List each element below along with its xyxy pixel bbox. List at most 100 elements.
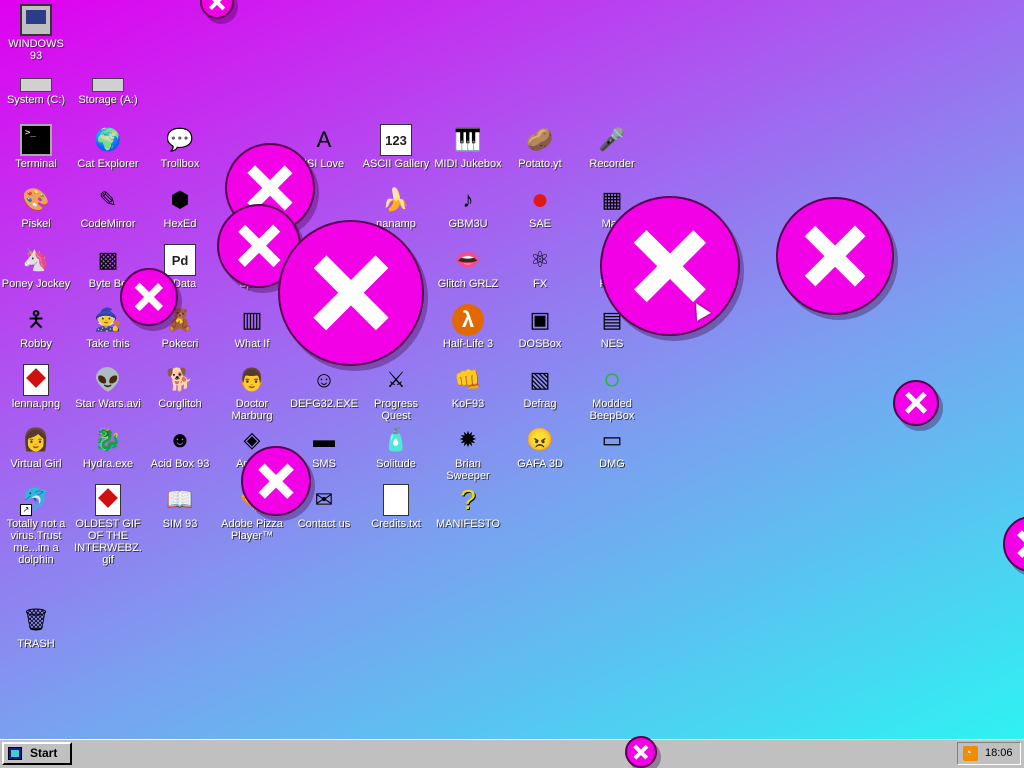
desktop-icon[interactable]: ⚛ FX xyxy=(504,244,576,290)
desktop-icon-label: Take this xyxy=(86,338,130,350)
close-x-bubble[interactable] xyxy=(200,0,234,19)
desktop-icon-label: Piskel xyxy=(21,218,51,230)
desktop-icon-label: Acid Box 93 xyxy=(150,458,210,470)
desktop-icon-label: CodeMirror xyxy=(80,218,136,230)
desktop-icon-label: Defrag xyxy=(523,398,557,410)
hydra-icon: 🐉 xyxy=(94,427,122,452)
desktop-icon-label: ASCII Gallery xyxy=(362,158,430,170)
desktop-icon[interactable]: λ Half-Life 3 xyxy=(432,304,504,350)
desktop-icon[interactable]: 🐉 Hydra.exe xyxy=(72,424,144,470)
desktop-icon[interactable]: 🯅 Robby xyxy=(0,304,72,350)
close-x-bubble[interactable] xyxy=(120,268,178,326)
desktop-icon[interactable]: lenna.png xyxy=(0,364,72,410)
desktop-icon[interactable]: ✎ CodeMirror xyxy=(72,184,144,230)
desktop-icon[interactable]: ♪ GBM3U xyxy=(432,184,504,230)
desktop-icon[interactable]: ☻ Acid Box 93 xyxy=(144,424,216,470)
desktop-icon[interactable]: Credits.txt xyxy=(360,484,432,530)
close-x-bubble[interactable] xyxy=(776,197,894,315)
start-button[interactable]: Start xyxy=(2,742,72,765)
desktop-icon[interactable]: 👽 Star Wars.avi xyxy=(72,364,144,410)
desktop-icon-label: Doctor Marburg xyxy=(231,398,273,422)
desktop-icon[interactable]: ▥ What If xyxy=(216,304,288,350)
desktop-icon[interactable]: 123 ASCII Gallery xyxy=(360,124,432,170)
pony-icon: 🦄 xyxy=(22,247,50,272)
desktop-icon[interactable]: 🐬Totally not a virus.Trust me...im a dol… xyxy=(0,484,72,566)
close-x-bubble[interactable] xyxy=(1003,516,1024,572)
gif-file-icon xyxy=(95,484,121,516)
mine-icon: ✹ xyxy=(458,427,478,452)
desktop-icon[interactable]: ⬢ HexEd xyxy=(144,184,216,230)
desktop-icon-label: Virtual Girl xyxy=(10,458,62,470)
desktop-icon[interactable]: ✹ Brian Sweeper xyxy=(432,424,504,482)
windows93-logo-icon xyxy=(8,747,22,760)
desktop-icon[interactable]: ● SAE xyxy=(504,184,576,231)
desktop-icon-label: MANIFESTO xyxy=(436,518,500,530)
desktop-icon[interactable]: 🎤 Recorder xyxy=(576,124,648,170)
desktop-icon[interactable]: 👩 Virtual Girl xyxy=(0,424,72,470)
desktop-icon-label: Terminal xyxy=(15,158,57,170)
desktop-icon-label: Corglitch xyxy=(158,398,202,410)
desktop-icon[interactable]: Terminal xyxy=(0,124,72,170)
desktop-icon[interactable]: 🌍 Cat Explorer xyxy=(72,124,144,170)
desktop-icon-label: KoF93 xyxy=(451,398,485,410)
desktop-icon-label: SAE xyxy=(528,218,551,230)
desktop-icon[interactable]: 🥔 Potato.yt xyxy=(504,124,576,170)
desktop-icon[interactable]: 📖 SIM 93 xyxy=(144,484,216,530)
close-x-bubble[interactable] xyxy=(600,196,740,336)
computer-icon xyxy=(20,4,52,36)
desktop-icon[interactable]: ▣ DOSBox xyxy=(504,304,576,350)
palette-icon: 🎨 xyxy=(22,187,50,212)
desktop-icon[interactable]: System (C:) xyxy=(0,64,72,106)
desktop-icon-label: Storage (A:) xyxy=(78,94,138,106)
maze-icon: ▦ xyxy=(601,187,623,212)
desktop-icon-label: DEFG32.EXE xyxy=(290,398,358,410)
close-x-bubble[interactable] xyxy=(893,380,939,426)
swords-icon: ⚔ xyxy=(386,367,406,392)
smiley-icon: ☻ xyxy=(168,427,192,452)
piano-icon: 🎹 xyxy=(454,127,482,152)
rss-icon[interactable] xyxy=(963,746,978,761)
desktop-icon[interactable]: WINDOWS 93 xyxy=(0,4,72,62)
desktop-icon[interactable]: 👨 Doctor Marburg xyxy=(216,364,288,422)
desktop-icon[interactable]: 🦄 Poney Jockey xyxy=(0,244,72,290)
desktop-icon[interactable]: Storage (A:) xyxy=(72,64,144,106)
desktop-icon-label: Cat Explorer xyxy=(77,158,139,170)
terminal-icon xyxy=(20,124,52,156)
bytebeat-icon: ▩ xyxy=(97,247,119,272)
desktop-icon[interactable]: 🎨 Piskel xyxy=(0,184,72,230)
desktop-icon[interactable]: 🎹 MIDI Jukebox xyxy=(432,124,504,170)
sms-icon: ▬ xyxy=(313,427,335,452)
desktop-icon[interactable]: ○ Modded BeepBox xyxy=(576,364,648,423)
image-file-icon xyxy=(23,364,49,396)
desktop-icon-label: OLDEST GIF OF THE INTERWEBZ.gif xyxy=(74,518,142,566)
desktop-icon[interactable]: 💬 Trollbox xyxy=(144,124,216,170)
cat-globe-icon: 🌍 xyxy=(94,127,122,152)
contact-doc-icon: ✉ xyxy=(314,487,334,512)
desktop[interactable]: WINDOWS 93 System (C:) Storage (A:) Termina… xyxy=(0,0,1024,739)
desktop-icon-label: Credits.txt xyxy=(371,518,421,530)
bottle-icon: 🧴 xyxy=(382,427,410,452)
desktop-icon[interactable]: ⚔ Progress Quest xyxy=(360,364,432,422)
microphone-icon: 🎤 xyxy=(598,127,626,152)
desktop-icon[interactable]: 👄 Glitch GRLZ xyxy=(432,244,504,290)
desktop-icon[interactable]: ☺ DEFG32.EXE xyxy=(288,364,360,410)
desktop-icon-label: Progress Quest xyxy=(373,398,419,422)
desktop-icon[interactable]: 🐕 Corglitch xyxy=(144,364,216,410)
desktop-icon[interactable]: 👊 KoF93 xyxy=(432,364,504,410)
whatif-icon: ▥ xyxy=(241,307,263,332)
desktop-icon[interactable]: ? MANIFESTO xyxy=(432,484,504,530)
desktop-icon-label: Glitch GRLZ xyxy=(437,278,499,290)
desktop-icon[interactable]: ▧ Defrag xyxy=(504,364,576,410)
close-x-bubble[interactable] xyxy=(278,220,424,366)
clock: 18:06 xyxy=(985,747,1013,759)
close-x-bubble[interactable] xyxy=(625,736,657,768)
desktop-icon[interactable]: OLDEST GIF OF THE INTERWEBZ.gif xyxy=(72,484,144,566)
desktop-icon[interactable]: 😠 GAFA 3D xyxy=(504,424,576,470)
desktop-icon-label: Recorder xyxy=(589,158,635,170)
desktop-icon[interactable]: 🧴 Solitude xyxy=(360,424,432,470)
desktop-icon[interactable]: 🗑 TRASH xyxy=(0,604,72,650)
desktop-icon-label: GAFA 3D xyxy=(517,458,563,470)
desktop-icon-label: Hydra.exe xyxy=(82,458,134,470)
close-x-bubble[interactable] xyxy=(241,446,311,516)
desktop-icon[interactable]: ▭ DMG xyxy=(576,424,648,470)
